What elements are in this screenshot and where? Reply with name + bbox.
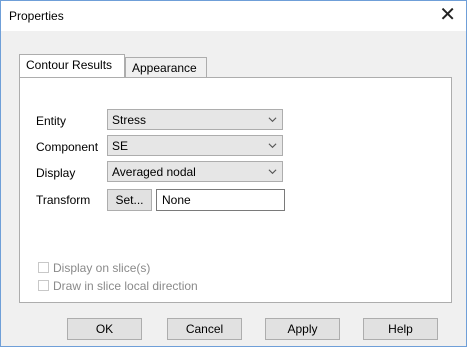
tab-contour-results[interactable]: Contour Results [19,54,125,77]
entity-value: Stress [112,113,147,127]
entity-dropdown[interactable]: Stress [107,109,283,130]
draw-in-slice-local-label: Draw in slice local direction [53,279,198,293]
chevron-down-icon [268,117,277,123]
display-on-slice-label: Display on slice(s) [53,261,151,275]
close-icon[interactable]: ✕ [439,4,456,26]
tab-contour-results-label: Contour Results [26,58,113,72]
display-value: Averaged nodal [112,165,196,179]
entity-label: Entity [36,114,67,128]
tab-appearance[interactable]: Appearance [125,57,207,77]
chevron-down-icon [268,169,277,175]
tab-appearance-label: Appearance [132,61,197,75]
properties-dialog: Properties ✕ Contour Results Appearance … [0,0,467,347]
component-dropdown[interactable]: SE [107,135,283,156]
set-button[interactable]: Set... [107,189,152,211]
ok-button[interactable]: OK [67,318,142,340]
window-title: Properties [9,9,64,23]
apply-button[interactable]: Apply [265,318,340,340]
display-on-slice-checkbox[interactable] [38,262,49,273]
transform-field[interactable]: None [156,189,285,211]
component-label: Component [36,140,99,154]
title-bar: Properties ✕ [1,1,466,31]
display-label: Display [36,166,76,180]
cancel-button[interactable]: Cancel [167,318,242,340]
help-button[interactable]: Help [363,318,438,340]
chevron-down-icon [268,143,277,149]
component-value: SE [112,139,129,153]
display-dropdown[interactable]: Averaged nodal [107,161,283,182]
draw-in-slice-local-checkbox[interactable] [38,280,49,291]
contour-results-panel: Entity Stress Component SE Display Avera… [19,77,452,303]
transform-label: Transform [36,193,91,207]
